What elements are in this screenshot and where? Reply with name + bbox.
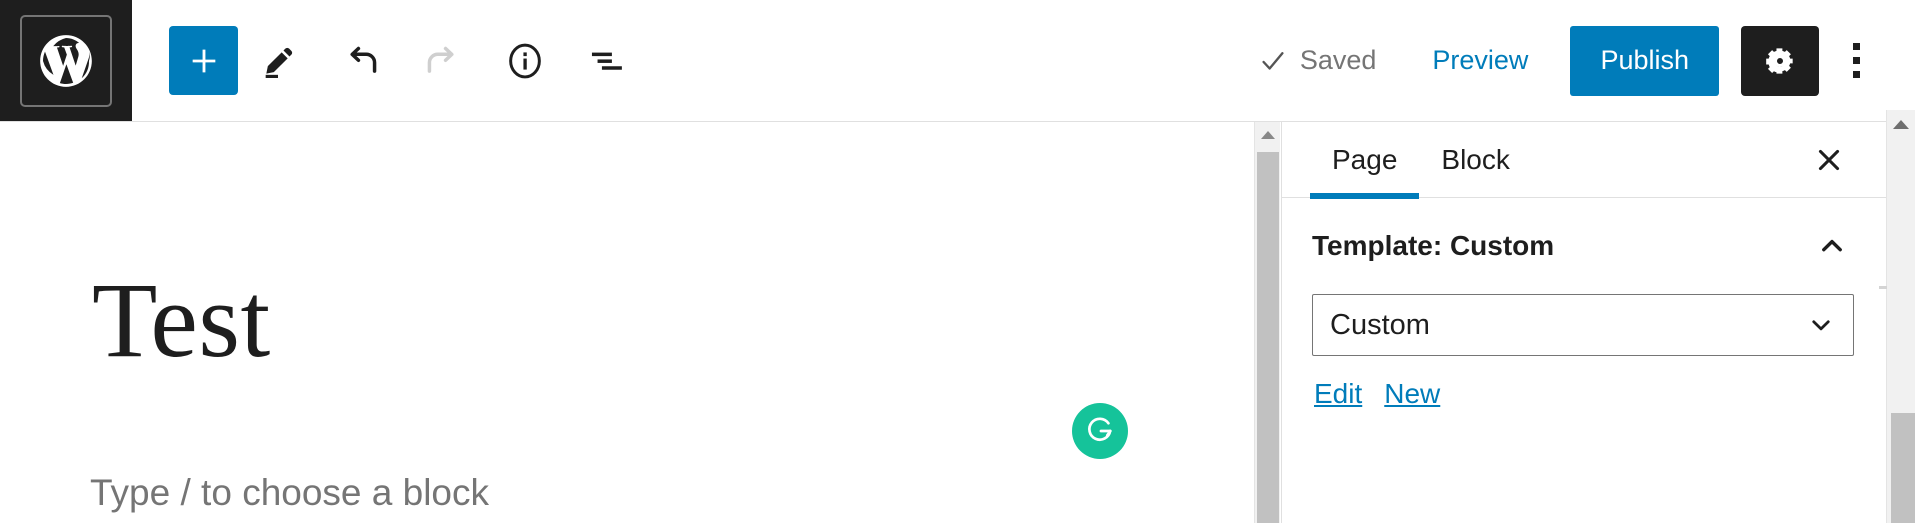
window-scrollbar[interactable] [1879,110,1915,523]
template-select[interactable]: Custom [1312,294,1854,356]
wordpress-logo-button[interactable] [0,0,132,121]
editor-canvas[interactable]: Test Type / to choose a block [0,122,1254,523]
preview-button[interactable]: Preview [1398,45,1562,76]
scroll-up-arrow-icon[interactable] [1887,110,1915,139]
undo-arrow-icon [350,46,377,73]
close-settings-button[interactable] [1802,133,1856,187]
scroll-up-arrow-icon[interactable] [1255,122,1280,148]
details-button[interactable] [484,26,566,96]
gear-icon [1766,47,1793,74]
tab-page[interactable]: Page [1310,122,1420,199]
template-panel-body: Custom Edit New [1282,286,1886,410]
template-new-link[interactable]: New [1384,378,1440,410]
tab-block[interactable]: Block [1419,122,1531,198]
window-scrollbar-thumb[interactable] [1891,413,1915,523]
primary-toolbar-right: Saved Preview Publish [1236,0,1915,121]
plus-icon [192,49,215,72]
template-panel-header[interactable]: Template: Custom [1282,198,1886,286]
canvas-scrollbar-thumb[interactable] [1257,152,1279,523]
settings-toggle-button[interactable] [1741,25,1819,96]
redo-arrow-icon [427,46,454,73]
grammarly-g-icon [1088,417,1112,441]
redo-button[interactable] [402,26,484,96]
publish-button[interactable]: Publish [1570,25,1719,96]
grammarly-badge-button[interactable] [1072,403,1128,459]
edit-tool-button[interactable] [238,26,320,96]
canvas-scrollbar[interactable] [1254,122,1280,523]
template-edit-link[interactable]: Edit [1314,378,1362,410]
template-select-wrapper: Custom [1312,294,1854,356]
template-panel-title: Template: Custom [1312,230,1555,261]
scrollbar-tick-mark [1879,286,1887,289]
template-panel: Template: Custom Custom Edit New [1282,198,1886,410]
wordpress-logo-icon [20,14,112,107]
settings-sidebar: Page Block Template: Custom Custom Edit … [1281,122,1886,523]
close-x-icon [1818,149,1840,170]
post-title[interactable]: Test [92,265,271,378]
list-view-icon [591,52,622,70]
empty-block-placeholder[interactable]: Type / to choose a block [90,472,489,514]
sidebar-tab-list: Page Block [1282,122,1886,199]
template-actions: Edit New [1312,356,1854,410]
list-view-button[interactable] [566,26,648,96]
undo-button[interactable] [320,26,402,96]
chevron-up-icon [1812,226,1852,266]
three-vertical-dots-icon [1852,43,1860,78]
info-circle-icon [509,43,541,78]
primary-toolbar-left [132,0,648,121]
saved-label: Saved [1299,45,1377,75]
more-options-button[interactable] [1825,26,1887,96]
editor-header-toolbar: Saved Preview Publish [0,0,1915,122]
checkmark-icon [1262,51,1284,70]
saved-status: Saved [1236,45,1399,76]
add-block-inserter-button[interactable] [169,26,238,95]
pencil-icon [265,47,293,78]
wordpress-block-editor: Saved Preview Publish Test Type / to cho… [0,0,1915,523]
